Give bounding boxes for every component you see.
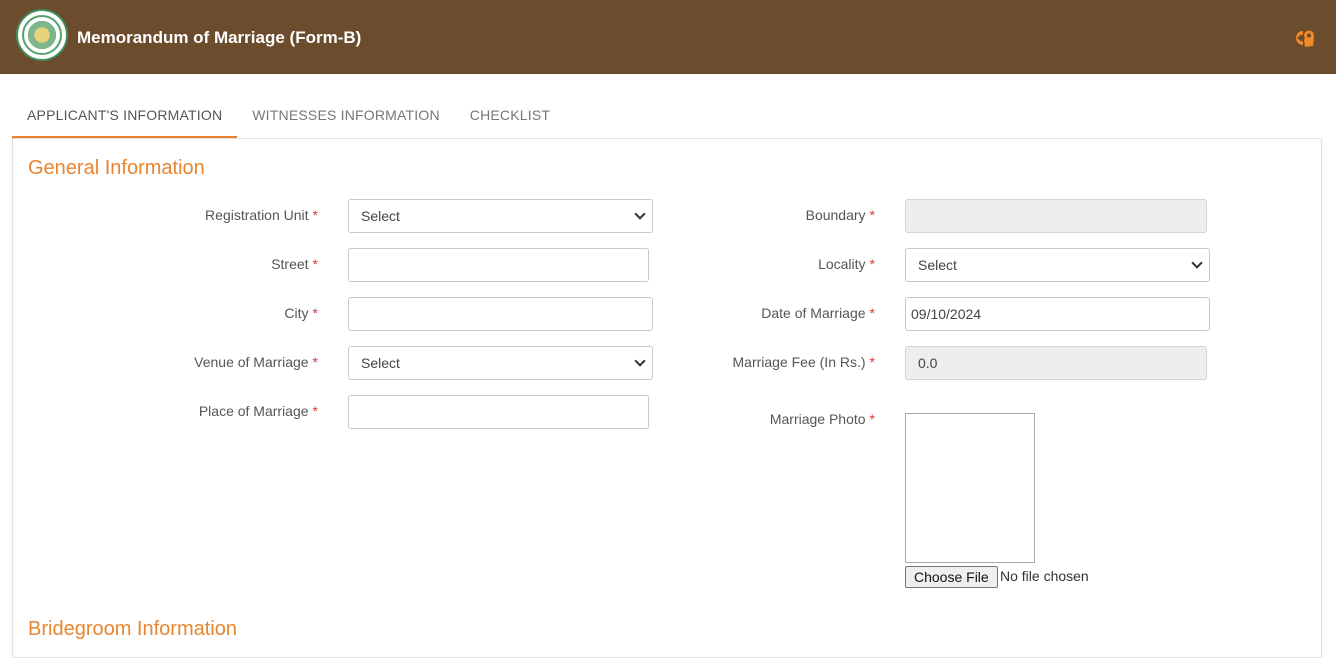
- tab-witnesses-information[interactable]: WITNESSES INFORMATION: [237, 98, 455, 139]
- street-label: Street *: [271, 256, 318, 272]
- chevron-down-icon: [1191, 257, 1203, 269]
- marriage-fee-label: Marriage Fee (In Rs.) *: [732, 354, 876, 370]
- date-of-marriage-input[interactable]: 09/10/2024: [905, 297, 1210, 331]
- marriage-photo-preview: [905, 413, 1035, 563]
- street-input[interactable]: [348, 248, 649, 282]
- city-label: City *: [284, 305, 318, 321]
- choose-file-button[interactable]: Choose File: [905, 566, 998, 588]
- marriage-fee-input[interactable]: 0.0: [905, 346, 1207, 380]
- locality-label: Locality *: [818, 256, 875, 272]
- boundary-input[interactable]: [905, 199, 1207, 233]
- app-header: Memorandum of Marriage (Form-B): [0, 0, 1336, 74]
- registration-unit-select[interactable]: Select: [348, 199, 653, 233]
- place-of-marriage-input[interactable]: [348, 395, 649, 429]
- boundary-label: Boundary *: [805, 207, 875, 223]
- general-information-heading: General Information: [28, 157, 205, 179]
- place-of-marriage-label: Place of Marriage *: [198, 403, 318, 419]
- date-of-marriage-label: Date of Marriage *: [761, 305, 875, 321]
- bridegroom-information-heading: Bridegroom Information: [28, 618, 237, 640]
- page-title: Memorandum of Marriage (Form-B): [77, 28, 362, 47]
- registration-unit-label: Registration Unit *: [205, 207, 318, 223]
- form-panel: General Information Registration Unit * S…: [12, 138, 1322, 658]
- city-input[interactable]: [348, 297, 653, 331]
- chevron-down-icon: [634, 208, 646, 220]
- state-emblem-icon: [16, 9, 68, 61]
- marriage-photo-label: Marriage Photo *: [769, 411, 875, 427]
- chevron-down-icon: [634, 355, 646, 367]
- form-tabs: APPLICANT'S INFORMATION WITNESSES INFORM…: [12, 98, 565, 139]
- file-status-text: No file chosen: [1000, 568, 1089, 584]
- tab-checklist[interactable]: CHECKLIST: [455, 98, 565, 139]
- venue-of-marriage-select[interactable]: Select: [348, 346, 653, 380]
- venue-of-marriage-label: Venue of Marriage *: [194, 354, 318, 370]
- locality-select[interactable]: Select: [905, 248, 1210, 282]
- e-governance-logo-icon: [1296, 30, 1314, 47]
- tab-applicants-information[interactable]: APPLICANT'S INFORMATION: [12, 98, 238, 139]
